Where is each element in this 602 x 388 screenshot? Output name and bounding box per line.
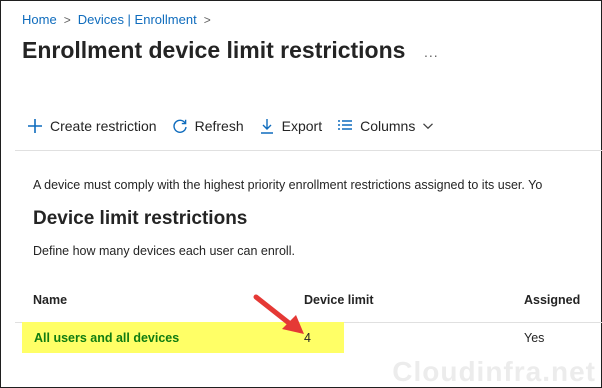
create-restriction-button[interactable]: Create restriction xyxy=(27,118,157,134)
breadcrumb-chevron-icon: > xyxy=(203,12,211,27)
column-header-device-limit[interactable]: Device limit xyxy=(304,293,373,307)
restriction-name-link[interactable]: All users and all devices xyxy=(34,331,179,345)
download-icon xyxy=(260,119,273,134)
create-restriction-label: Create restriction xyxy=(50,118,157,134)
refresh-label: Refresh xyxy=(194,118,244,134)
breadcrumb-devices[interactable]: Devices | Enrollment xyxy=(78,12,197,27)
chevron-down-icon xyxy=(423,123,434,130)
refresh-button[interactable]: Refresh xyxy=(172,118,244,134)
intro-text: A device must comply with the highest pr… xyxy=(33,178,543,192)
breadcrumb: Home > Devices | Enrollment > xyxy=(22,12,218,27)
section-title: Device limit restrictions xyxy=(33,208,248,229)
toolbar-divider xyxy=(15,150,602,151)
page-title: Enrollment device limit restrictions xyxy=(22,37,406,63)
section-description: Define how many devices each user can en… xyxy=(33,244,295,258)
refresh-icon xyxy=(172,119,187,133)
column-header-name[interactable]: Name xyxy=(33,293,67,307)
columns-label: Columns xyxy=(360,118,416,134)
assigned-value: Yes xyxy=(524,331,545,345)
column-header-assigned[interactable]: Assigned xyxy=(524,293,580,307)
watermark: Cloudinfra.net xyxy=(392,356,596,387)
breadcrumb-chevron-icon: > xyxy=(63,12,71,27)
columns-icon xyxy=(338,120,353,130)
export-label: Export xyxy=(281,118,323,134)
export-button[interactable]: Export xyxy=(259,118,322,134)
breadcrumb-home[interactable]: Home xyxy=(22,12,57,27)
columns-button[interactable]: Columns xyxy=(337,118,434,134)
plus-icon xyxy=(28,119,42,133)
more-options-icon[interactable]: ... xyxy=(424,44,439,60)
red-arrow xyxy=(253,294,304,334)
toolbar: Create restriction Refresh Export Column… xyxy=(27,116,449,136)
